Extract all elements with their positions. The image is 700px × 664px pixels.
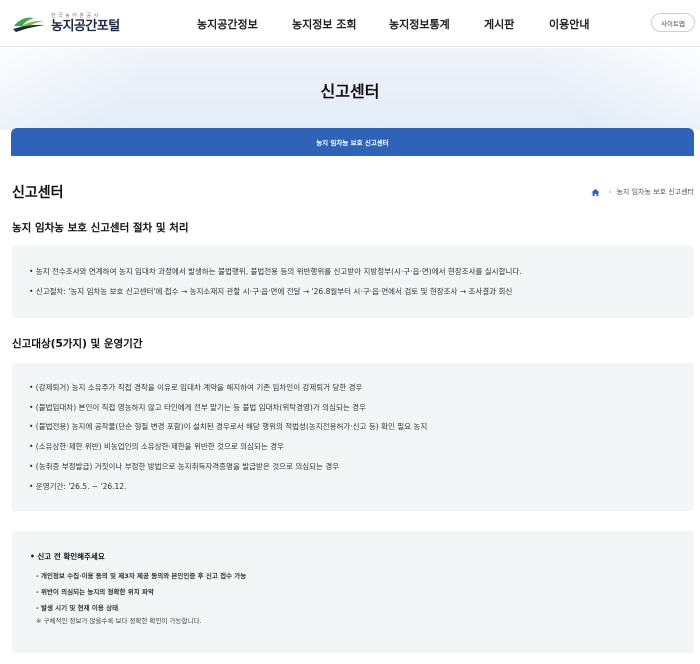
breadcrumb-current[interactable]: 농지 임차농 보호 신고센터: [616, 187, 694, 197]
tab-tenant-protection[interactable]: 농지 임차농 보호 신고센터: [316, 137, 389, 147]
nav-item-info-lookup[interactable]: 농지정보 조회: [292, 16, 357, 32]
procedure-item: • 농지 전수조사와 연계하여 농지 임대차 과정에서 발생하는 불법행위, 불…: [29, 267, 522, 276]
procedure-box: [12, 246, 694, 318]
logo-title: 농지공간포털: [51, 18, 120, 34]
target-item: • (소유상한·제한 위반) 비농업인의 소유상한·제한을 위반한 것으로 의심…: [29, 442, 284, 451]
notice-footnote: ※ 구체적인 정보가 많을수록 보다 정확한 확인이 가능합니다.: [36, 617, 202, 625]
section-procedure-title: 농지 임차농 보호 신고센터 절차 및 처리: [12, 222, 189, 234]
notice-item: - 발생 시기 및 현재 이용 상태: [36, 604, 119, 612]
hero-banner: 신고센터: [0, 48, 700, 130]
notice-title: • 신고 전 확인해주세요: [30, 552, 105, 561]
nav-item-spatial-info[interactable]: 농지공간정보: [197, 16, 258, 32]
nav-item-board[interactable]: 게시판: [484, 16, 514, 32]
target-item: • (강제퇴거) 농지 소유주가 직접 경작을 이유로 임대차 계약을 해지하여…: [29, 383, 363, 392]
breadcrumb: › 농지 임차농 보호 신고센터: [591, 187, 694, 197]
section-targets-title: 신고대상(5가지) 및 운영기간: [12, 338, 143, 350]
site-header: 한국농어촌공사 농지공간포털 농지공간정보 농지정보 조회 농지정보통계 게시판…: [0, 0, 700, 47]
sitemap-button[interactable]: 사이트맵: [651, 13, 695, 32]
chevron-right-icon: ›: [608, 188, 612, 196]
notice-item: - 개인정보 수집·이용 동의 및 제3자 제공 동의와 본인인증 후 신고 접…: [36, 572, 247, 580]
notice-item: - 위반이 의심되는 농지의 정확한 위치 파악: [36, 588, 154, 596]
target-item: • (불법임대차) 본인이 직접 영농하지 않고 타인에게 전부 맡기는 등 불…: [29, 403, 366, 412]
target-item: • (불법전용) 농지에 공작물(단순 형질 변경 포함)이 설치된 경우로서 …: [29, 422, 428, 431]
site-logo[interactable]: 한국농어촌공사 농지공간포털: [12, 10, 132, 36]
operating-period: • 운영기간: '26.5. ~ '26.12.: [29, 482, 127, 491]
logo-mark-icon: [12, 12, 46, 34]
procedure-item: • 신고절차: '농지 임차농 보호 신고센터'에 접수 → 농지소재지 관할 …: [29, 287, 513, 296]
nav-item-statistics[interactable]: 농지정보통계: [389, 16, 450, 32]
sub-tab-bar: 농지 임차농 보호 신고센터: [11, 128, 694, 156]
target-item: • (농취증 부정발급) 거짓이나 부정한 방법으로 농지취득자격증명을 발급받…: [29, 462, 340, 471]
nav-item-guide[interactable]: 이용안내: [549, 16, 589, 32]
home-icon[interactable]: [591, 188, 600, 197]
page-title: 신고센터: [12, 185, 64, 201]
hero-title: 신고센터: [320, 82, 380, 101]
